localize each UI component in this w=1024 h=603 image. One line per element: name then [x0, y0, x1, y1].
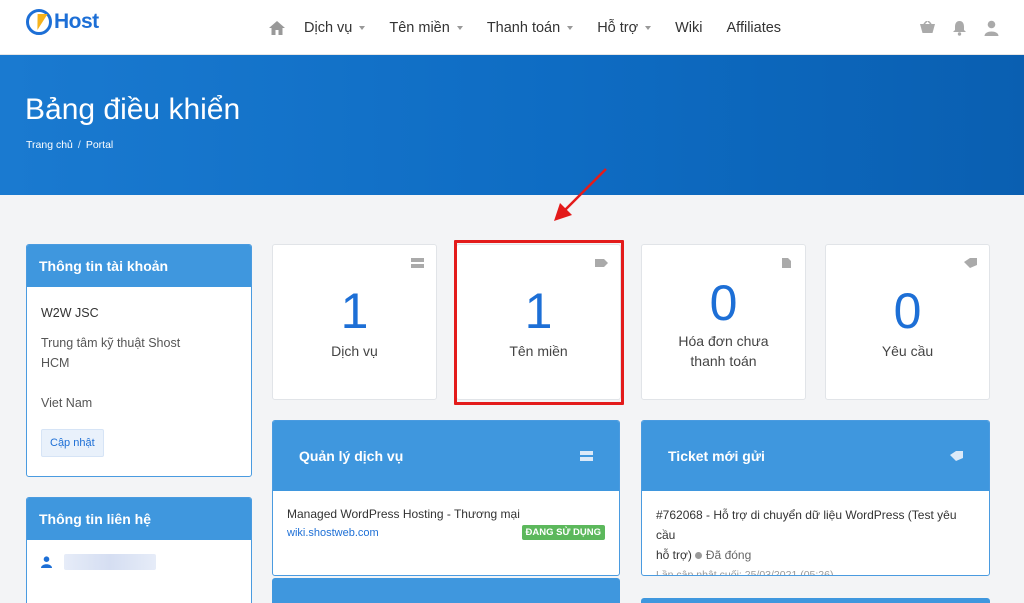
brand-logo[interactable]: Host: [26, 9, 99, 35]
server-icon: [580, 451, 593, 461]
nav-domains-label: Tên miền: [389, 19, 450, 36]
address-line1: Trung tâm kỹ thuật Shost: [41, 336, 181, 350]
status-dot-icon: [694, 551, 702, 559]
service-name: Managed WordPress Hosting - Thương mại: [287, 507, 520, 521]
next-panel-header: [272, 578, 620, 603]
tickets-panel: Ticket mới gửi #762068 - Hỗ trợ di chuyể…: [641, 420, 990, 576]
service-item[interactable]: Managed WordPress Hosting - Thương mại w…: [273, 491, 619, 556]
status-badge: ĐANG SỬ DỤNG: [521, 525, 605, 540]
account-info-title: Thông tin tài khoản: [27, 245, 251, 287]
stat-value: 1: [524, 283, 553, 339]
breadcrumb-separator: /: [77, 139, 81, 151]
tickets-panel-title: Ticket mới gửi: [668, 448, 765, 464]
nav-support[interactable]: Hỗ trợ: [597, 19, 652, 36]
contact-info-panel: Thông tin liên hệ: [26, 497, 252, 603]
address-line2: HCM: [41, 356, 70, 370]
nav-services[interactable]: Dịch vụ: [304, 19, 366, 36]
company-name: W2W JSC: [41, 306, 99, 320]
bell-icon[interactable]: [950, 19, 968, 37]
services-panel-title: Quản lý dịch vụ: [299, 448, 404, 464]
stat-value: 1: [340, 283, 369, 339]
stat-label: Yêu cầu: [881, 343, 934, 359]
redacted-contact: [64, 554, 156, 570]
nav-actions: [918, 0, 1000, 55]
stat-domains[interactable]: 1 Tên miền: [456, 244, 621, 400]
ticket-icon: [950, 451, 963, 461]
chevron-down-icon: [456, 25, 463, 30]
nav-billing-label: Thanh toán: [486, 19, 561, 36]
contact-row[interactable]: [27, 540, 251, 584]
service-domain[interactable]: wiki.shostweb.com: [287, 527, 379, 539]
ticket-title-line2: hỗ trợ): [656, 548, 692, 562]
breadcrumb-home[interactable]: Trang chủ: [26, 139, 73, 151]
nav-billing[interactable]: Thanh toán: [486, 19, 574, 36]
services-panel-header: Quản lý dịch vụ: [273, 421, 619, 491]
logo-text: Host: [54, 10, 99, 33]
nav-services-label: Dịch vụ: [304, 19, 353, 36]
stat-value: 0: [893, 283, 922, 339]
nav-support-label: Hỗ trợ: [597, 19, 639, 36]
stat-label: Tên miền: [509, 343, 568, 359]
account-info-panel: Thông tin tài khoản W2W JSC Trung tâm kỹ…: [26, 244, 252, 477]
home-icon[interactable]: [268, 17, 290, 39]
stat-value: 0: [709, 275, 738, 331]
ticket-status: Đã đóng: [705, 548, 752, 562]
country: Viet Nam: [41, 396, 93, 410]
account-info-body: W2W JSC Trung tâm kỹ thuật Shost HCM Vie…: [27, 287, 251, 473]
nav-wiki[interactable]: Wiki: [675, 20, 702, 36]
cart-icon[interactable]: [918, 19, 936, 37]
main-menu: Dịch vụ Tên miền Thanh toán Hỗ trợ Wiki …: [268, 0, 805, 55]
ticket-updated: Lần cập nhật cuối: 25/03/2021 (05:26): [656, 569, 834, 576]
tickets-panel-header: Ticket mới gửi: [642, 421, 989, 491]
nav-affiliates[interactable]: Affiliates: [727, 20, 782, 36]
bolt-icon: [26, 9, 52, 35]
stat-label: Dịch vụ: [331, 343, 378, 359]
server-icon: [411, 258, 424, 268]
chevron-down-icon: [567, 25, 574, 30]
stat-services[interactable]: 1 Dịch vụ: [272, 244, 437, 400]
file-icon: [782, 258, 791, 268]
update-button[interactable]: Cập nhật: [41, 429, 104, 457]
tag-icon: [595, 259, 608, 267]
user-icon: [41, 556, 52, 568]
nav-wiki-label: Wiki: [675, 19, 703, 36]
chevron-down-icon: [359, 25, 366, 30]
annotation-arrow: [554, 168, 607, 221]
stat-label-line2: thanh toán: [690, 353, 757, 369]
breadcrumb: Trang chủ / Portal: [26, 139, 113, 151]
ticket-item[interactable]: #762068 - Hỗ trợ di chuyển dữ liệu WordP…: [642, 491, 989, 576]
ticket-icon: [964, 258, 977, 268]
page-title: Bảng điều khiển: [25, 93, 241, 126]
breadcrumb-portal: Portal: [85, 139, 114, 151]
next-panel-header: [641, 598, 990, 603]
user-icon[interactable]: [982, 19, 1000, 37]
ticket-title-line1: #762068 - Hỗ trợ di chuyển dữ liệu WordP…: [656, 508, 957, 542]
nav-affiliates-label: Affiliates: [726, 19, 782, 36]
stat-label-line1: Hóa đơn chưa: [678, 333, 769, 349]
contact-info-title: Thông tin liên hệ: [27, 498, 251, 540]
top-navbar: Host Dịch vụ Tên miền Thanh toán Hỗ trợ …: [0, 0, 1024, 55]
chevron-down-icon: [645, 25, 652, 30]
stat-unpaid-invoices[interactable]: 0 Hóa đơn chưa thanh toán: [641, 244, 806, 400]
stat-tickets[interactable]: 0 Yêu cầu: [825, 244, 990, 400]
nav-domains[interactable]: Tên miền: [389, 19, 463, 36]
services-panel: Quản lý dịch vụ Managed WordPress Hostin…: [272, 420, 620, 576]
page-header-banner: Bảng điều khiển Trang chủ / Portal: [0, 55, 1024, 195]
